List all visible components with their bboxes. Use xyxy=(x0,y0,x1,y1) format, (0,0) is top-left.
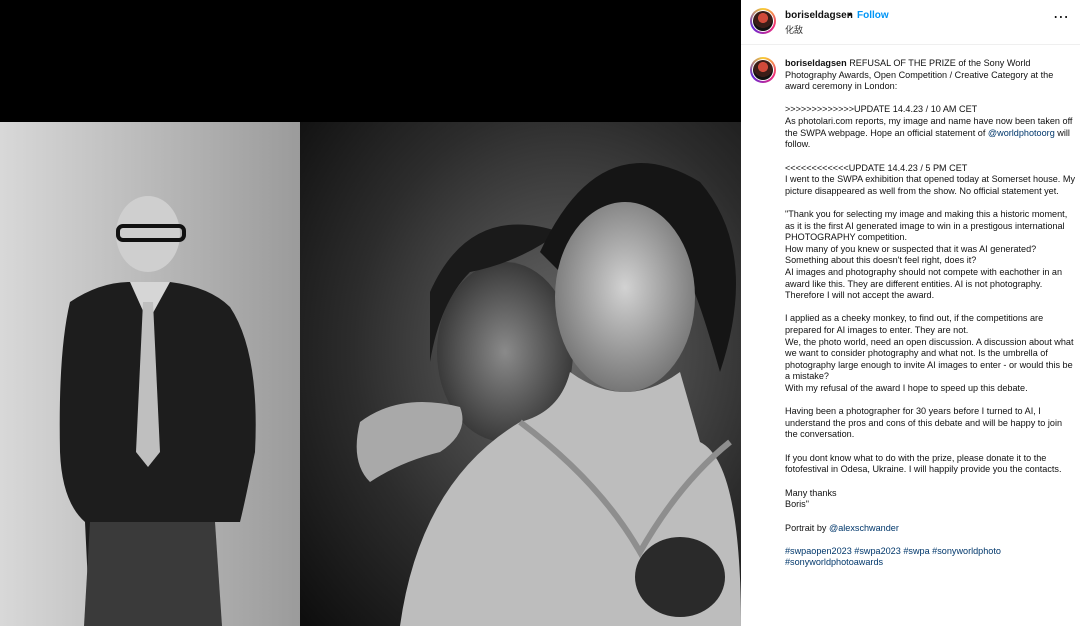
post-location[interactable]: 化敌 xyxy=(785,23,803,36)
avatar-photo xyxy=(753,60,773,80)
more-horizontal-icon[interactable]: ⋯ xyxy=(1053,10,1070,26)
caption-paragraph-4: If you dont know what to do with the pri… xyxy=(785,452,1062,475)
caption-paragraph-3: Having been a photographer for 30 years … xyxy=(785,406,1063,440)
caption-paragraph-2: I applied as a cheeky monkey, to find ou… xyxy=(785,313,1074,393)
caption-update-2: <<<<<<<<<<<<UPDATE 14.4.23 / 5 PM CET I w… xyxy=(785,162,1075,196)
header-divider xyxy=(741,44,1080,45)
caption-intro: boriseldagsen REFUSAL OF THE PRIZE of th… xyxy=(785,58,1054,92)
author-username[interactable]: boriseldagsen xyxy=(785,10,853,21)
post-header: boriseldagsen • Follow 化敌 ⋯ xyxy=(741,0,1080,44)
mention-alexschwander[interactable]: @alexschwander xyxy=(829,523,899,533)
caption-portrait-credit: Portrait by @alexschwander xyxy=(785,522,899,533)
caption-username[interactable]: boriseldagsen xyxy=(785,58,847,68)
hashtag[interactable]: #swpa2023 xyxy=(854,546,901,556)
hashtag[interactable]: #swpaopen2023 xyxy=(785,546,852,556)
separator-dot: • xyxy=(848,10,852,21)
hashtag[interactable]: #sonyworldphoto xyxy=(932,546,1001,556)
hashtag[interactable]: #sonyworldphotoawards xyxy=(785,557,883,567)
hashtag[interactable]: #swpa xyxy=(903,546,929,556)
caption-update-1: >>>>>>>>>>>>>UPDATE 14.4.23 / 10 AM CET A… xyxy=(785,104,1073,150)
follow-button[interactable]: Follow xyxy=(857,10,889,21)
post-side-panel: boriseldagsen • Follow 化敌 ⋯ boriseldagse… xyxy=(741,0,1080,626)
author-avatar[interactable] xyxy=(750,8,776,34)
photo-image xyxy=(0,122,741,626)
caption-hashtags: #swpaopen2023 #swpa2023 #swpa #sonyworld… xyxy=(785,546,1075,569)
mention-worldphotoorg[interactable]: @worldphotoorg xyxy=(988,128,1055,138)
post-photo[interactable] xyxy=(0,122,741,626)
caption-paragraph-1: "Thank you for selecting my image and ma… xyxy=(785,209,1068,301)
caption-signoff: Many thanks Boris" xyxy=(785,487,837,510)
caption-author-avatar[interactable] xyxy=(750,57,776,83)
post-media[interactable] xyxy=(0,0,741,626)
caption-text: boriseldagsen REFUSAL OF THE PRIZE of th… xyxy=(785,58,1075,581)
avatar-photo xyxy=(753,11,773,31)
